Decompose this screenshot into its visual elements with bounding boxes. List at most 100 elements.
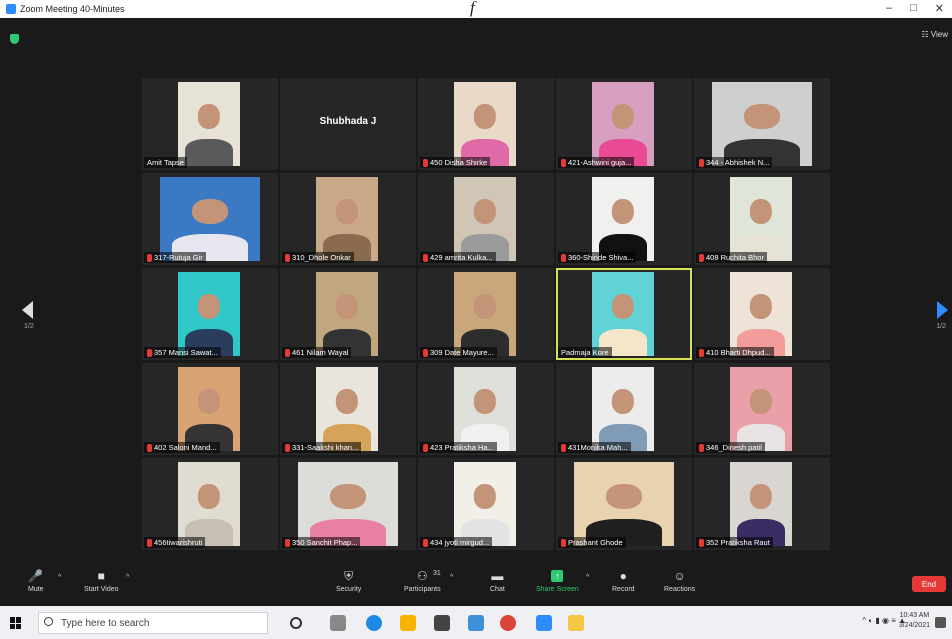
view-button[interactable]: ☷ View [921,30,948,39]
participant-name: 360-Shinde Shiva... [568,253,634,262]
muted-microphone-icon [699,443,704,452]
participant-tile[interactable]: 310_Dhole Onkar [280,173,416,265]
chat-bubble-icon: ▬ [491,569,504,583]
participant-name-label: 346_Dinesh patil [696,442,765,453]
security-shield-icon[interactable] [10,34,19,44]
start-video-label: Start Video [84,586,119,593]
participant-tile[interactable]: Amit Tapse [142,78,278,170]
participant-tile[interactable]: 461 Nilam Wayal [280,268,416,360]
chrome-icon[interactable] [500,615,516,631]
share-screen-label: Share Screen [536,586,579,593]
participant-tile[interactable]: 410 Bharti Dhpud... [694,268,830,360]
participant-head [611,103,635,130]
record-button[interactable]: ● Record [612,570,635,593]
close-icon[interactable]: ✕ [935,2,944,15]
edge-browser-icon[interactable] [366,615,382,631]
task-view-icon[interactable] [330,615,346,631]
store-icon[interactable] [434,615,450,631]
start-video-button[interactable]: ■ Start Video [84,570,119,593]
taskbar-clock[interactable]: 10:43 AM 3/24/2021 [899,611,930,631]
participant-head [192,198,228,225]
participant-head [749,483,773,510]
participant-name: 408 Ruchita Bhor [706,253,764,262]
window-controls: – □ ✕ [886,2,944,15]
gallery-grid: Amit Tapse Shubhada J 450 Disha Shirke 421-… [142,78,832,556]
mute-button[interactable]: 🎤 Mute [28,570,44,593]
zoom-logo-icon [6,4,16,14]
participant-head [473,293,497,320]
participant-tile[interactable]: 317-Rutuja Gir [142,173,278,265]
share-screen-button[interactable]: ↑ Share Screen [536,570,579,593]
participant-video [316,177,378,261]
meeting-stage: ☷ View 1/2 1/2 Amit Tapse Shubhada J 450 D… [0,18,952,566]
windows-start-icon[interactable] [10,617,22,629]
participant-tile[interactable]: 456tiwarishruti [142,458,278,550]
participants-options-caret-icon[interactable]: ^ [450,574,453,581]
file-explorer-icon[interactable] [400,615,416,631]
participant-name: 421-Ashwini guja... [568,158,632,167]
participant-tile[interactable]: 352 Pratiksha Raut [694,458,830,550]
view-label: View [930,30,948,39]
muted-microphone-icon [699,538,704,547]
mute-options-caret-icon[interactable]: ^ [58,574,61,581]
minimize-icon[interactable]: – [886,2,892,15]
participant-tile[interactable]: 402 Saloni Mand... [142,363,278,455]
participant-tile[interactable]: 346_Dinesh patil [694,363,830,455]
taskbar-search-input[interactable]: Type here to search [38,612,268,634]
previous-page-arrow-icon[interactable] [22,301,33,319]
participant-name-label: 350 Sanchit Phap... [282,537,361,548]
chat-button[interactable]: ▬ Chat [490,570,505,593]
participant-tile[interactable]: 423 Pratiksha Ha... [418,363,554,455]
participant-name-label: 408 Ruchita Bhor [696,252,767,263]
end-meeting-button[interactable]: End [912,576,946,592]
participant-tile[interactable]: Padmaja Kore [556,268,692,360]
participant-tile[interactable]: 408 Ruchita Bhor [694,173,830,265]
participant-tile[interactable]: 350 Sanchit Phap... [280,458,416,550]
participant-video [454,462,516,546]
security-button[interactable]: ⛨ Security [336,570,361,593]
participant-name-label: 461 Nilam Wayal [282,347,352,358]
zoom-app-icon[interactable] [536,615,552,631]
participant-name-label: Amit Tapse [144,157,187,168]
muted-microphone-icon [561,538,566,547]
video-options-caret-icon[interactable]: ^ [126,574,129,581]
participant-name: 450 Disha Shirke [430,158,488,167]
mail-icon[interactable] [468,615,484,631]
participant-tile[interactable]: 429 amrita Kulka... [418,173,554,265]
participant-tile[interactable]: 450 Disha Shirke [418,78,554,170]
participant-tile[interactable]: 309 Date Mayure... [418,268,554,360]
participant-video [592,367,654,451]
participant-name-label: 450 Disha Shirke [420,157,491,168]
maximize-icon[interactable]: □ [910,2,917,15]
participant-tile[interactable]: 434 jyoti mirgud... [418,458,554,550]
participant-tile[interactable]: 344 - Abhishek N... [694,78,830,170]
participant-name-label: 434 jyoti mirgud... [420,537,493,548]
participant-tile[interactable]: 431Monika Mah... [556,363,692,455]
participant-tile[interactable]: Shubhada J [280,78,416,170]
participant-name-label: 402 Saloni Mand... [144,442,220,453]
participants-icon: ⚇ [416,569,428,583]
participant-name-label: 309 Date Mayure... [420,347,497,358]
shield-icon: ⛨ [344,569,354,583]
participant-name-label: 310_Dhole Onkar [282,252,354,263]
window-title: Zoom Meeting 40-Minutes [20,4,125,14]
participant-tile[interactable]: 331-Saakshi khan... [280,363,416,455]
participant-head [749,388,773,415]
microphone-icon: 🎤 [28,569,44,583]
share-options-caret-icon[interactable]: ^ [586,574,589,581]
next-page-arrow-icon[interactable] [937,301,948,319]
participant-head [611,198,635,225]
participant-name: 352 Pratiksha Raut [706,538,770,547]
participant-video [178,462,240,546]
notification-center-icon[interactable] [935,617,946,628]
participant-video [316,367,378,451]
participant-video [592,177,654,261]
participant-tile[interactable]: 357 Mansi Sawat... [142,268,278,360]
cortana-icon[interactable] [290,617,302,629]
participant-tile[interactable]: 360-Shinde Shiva... [556,173,692,265]
participant-tile[interactable]: Prashant Ghode [556,458,692,550]
participant-tile[interactable]: 421-Ashwini guja... [556,78,692,170]
sticky-app-icon[interactable] [568,615,584,631]
reactions-button[interactable]: ☺ Reactions [664,570,695,593]
participant-name: 429 amrita Kulka... [430,253,493,262]
